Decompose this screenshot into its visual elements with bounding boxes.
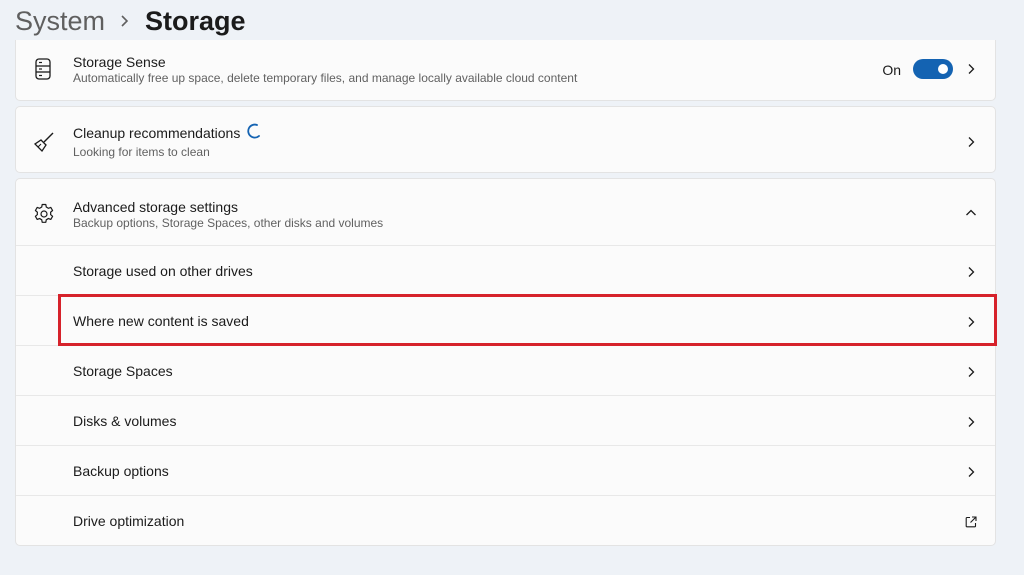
list-item-label: Storage used on other drives xyxy=(73,263,253,279)
advanced-storage-settings-card: Advanced storage settings Backup options… xyxy=(15,178,996,546)
drive-optimization-item[interactable]: Drive optimization xyxy=(16,495,995,546)
chevron-right-icon xyxy=(965,315,977,327)
cleanup-title: Cleanup recommendations xyxy=(73,125,241,141)
storage-sense-subtitle: Automatically free up space, delete temp… xyxy=(73,71,578,85)
storage-sense-toggle[interactable] xyxy=(913,59,953,79)
cleanup-subtitle: Looking for items to clean xyxy=(73,145,210,159)
chevron-right-icon[interactable] xyxy=(965,62,977,74)
storage-sense-title: Storage Sense xyxy=(73,54,166,70)
advanced-storage-settings-header[interactable]: Advanced storage settings Backup options… xyxy=(16,179,995,245)
advanced-storage-subtitle: Backup options, Storage Spaces, other di… xyxy=(73,216,384,230)
chevron-right-icon[interactable] xyxy=(965,135,977,147)
storage-sense-toggle-label: On xyxy=(882,62,901,78)
advanced-storage-title: Advanced storage settings xyxy=(73,199,238,215)
where-new-content-is-saved-item[interactable]: Where new content is saved xyxy=(16,295,995,346)
list-item-label: Backup options xyxy=(73,463,169,479)
chevron-right-icon xyxy=(105,0,145,42)
backup-options-item[interactable]: Backup options xyxy=(16,445,995,496)
list-item-label: Disks & volumes xyxy=(73,413,177,429)
breadcrumb-system[interactable]: System xyxy=(15,6,105,37)
loading-spinner-icon xyxy=(247,123,261,139)
storage-sense-card[interactable]: Storage Sense Automatically free up spac… xyxy=(15,40,996,101)
chevron-right-icon xyxy=(965,265,977,277)
toggle-knob xyxy=(938,64,948,74)
page-title: Storage xyxy=(145,5,246,36)
chevron-right-icon xyxy=(965,365,977,377)
broom-icon xyxy=(33,131,54,153)
cleanup-recommendations-card[interactable]: Cleanup recommendations Looking for item… xyxy=(15,106,996,173)
chevron-up-icon[interactable] xyxy=(965,206,977,218)
list-item-label: Where new content is saved xyxy=(73,313,249,329)
storage-drive-icon xyxy=(33,58,53,80)
breadcrumb: System Storage xyxy=(15,0,246,42)
chevron-right-icon xyxy=(965,465,977,477)
list-item-label: Drive optimization xyxy=(73,513,185,529)
storage-used-on-other-drives-item[interactable]: Storage used on other drives xyxy=(16,245,995,296)
disks-and-volumes-item[interactable]: Disks & volumes xyxy=(16,395,995,446)
external-link-icon xyxy=(965,515,977,528)
gear-icon xyxy=(33,203,54,223)
storage-spaces-item[interactable]: Storage Spaces xyxy=(16,345,995,396)
list-item-label: Storage Spaces xyxy=(73,363,173,379)
chevron-right-icon xyxy=(965,415,977,427)
